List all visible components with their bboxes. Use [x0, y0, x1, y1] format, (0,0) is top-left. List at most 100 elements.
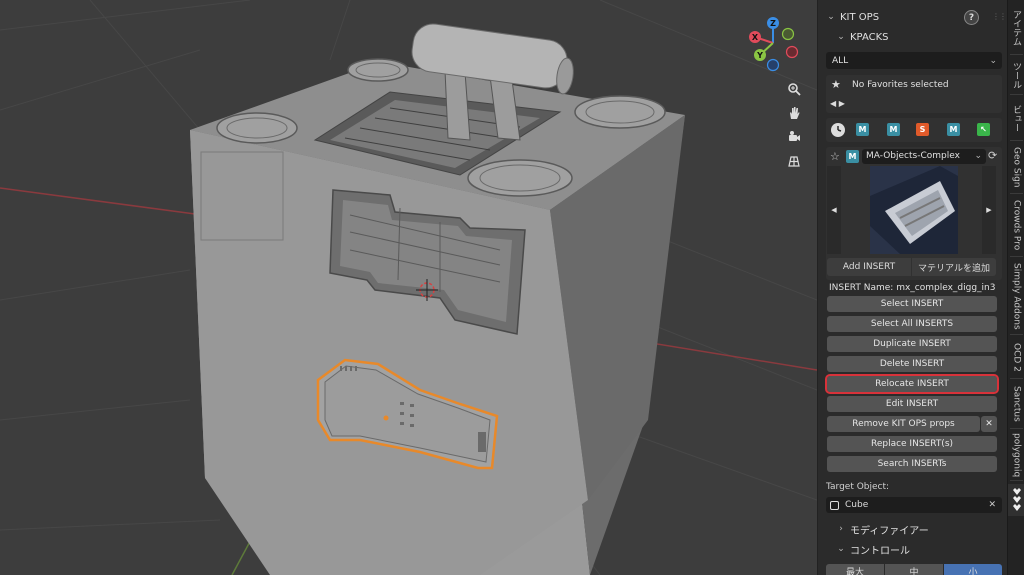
tab-kitops[interactable] [1008, 484, 1024, 516]
size-max-button[interactable]: 最大 [826, 564, 884, 575]
kpack-s-icon[interactable]: S [916, 123, 929, 136]
gizmo-x-label: X [752, 33, 759, 42]
remove-kitops-props-button[interactable]: Remove KIT OPS props [827, 416, 980, 432]
remove-props-label: Remove KIT OPS props [852, 419, 955, 429]
size-small-label: 小 [968, 567, 978, 575]
recent-clock-icon[interactable] [831, 123, 845, 137]
relocate-label: Relocate INSERT [875, 379, 949, 389]
star-icon[interactable]: ★ [831, 78, 841, 91]
clear-icon[interactable]: ✕ [988, 500, 996, 510]
tab-item[interactable]: アイテム [1008, 4, 1024, 52]
tab-label: OCD 2 [1011, 342, 1022, 372]
chevron-down-icon: ⌄ [974, 151, 982, 161]
size-max-label: 最大 [845, 567, 864, 575]
refresh-icon[interactable]: ⟳ [988, 149, 997, 162]
kitops-hearts-icon [1012, 488, 1021, 511]
kitops-header[interactable]: ⌄ KIT OPS [826, 8, 879, 26]
kpack-m-icon[interactable]: M [947, 123, 960, 136]
target-object-field[interactable]: Cube ✕ [826, 497, 1002, 513]
kpack-m-icon[interactable]: M [887, 123, 900, 136]
favorites-nav-arrows-icon[interactable]: ◀ ▶ [830, 99, 845, 108]
modifier-label: モディファイアー [850, 525, 929, 537]
tab-label: Simply Addons [1011, 262, 1022, 330]
search-inserts-button[interactable]: Search INSERTs [827, 456, 997, 472]
3d-viewport[interactable]: Z X Y [0, 0, 817, 575]
target-object-label: Target Object: [826, 482, 890, 492]
kpack-icons-row [826, 118, 1002, 142]
search-label: Search INSERTs [877, 459, 947, 469]
size-small-button[interactable]: 小 [944, 564, 1002, 575]
chevron-down-icon: ⌄ [837, 544, 845, 554]
add-insert-button[interactable]: Add INSERT [827, 258, 911, 276]
blender-window: Z X Y ⌄ KIT OPS ? ⋮⋮ ⌄ KPACKS ALL ⌄ ★ No… [0, 0, 1024, 575]
prev-insert-arrow-icon[interactable]: ◀ [827, 166, 841, 254]
duplicate-label: Duplicate INSERT [873, 339, 951, 349]
zoom-icon[interactable] [783, 78, 805, 100]
kpack-m-icon[interactable]: M [856, 123, 869, 136]
add-insert-label: Add INSERT [842, 262, 896, 272]
edit-insert-button[interactable]: Edit INSERT [827, 396, 997, 412]
help-icon[interactable]: ? [964, 10, 979, 25]
star-outline-icon[interactable]: ☆ [830, 150, 840, 163]
tab-ocd2[interactable]: OCD 2 [1008, 338, 1024, 376]
insert-thumbnail[interactable] [870, 166, 958, 254]
kpacks-header[interactable]: ⌄ KPACKS [836, 28, 889, 46]
chevron-down-icon: ⌄ [989, 55, 997, 66]
close-icon[interactable]: ✕ [981, 416, 997, 432]
delete-insert-button[interactable]: Delete INSERT [827, 356, 997, 372]
tab-label: アイテム [1011, 10, 1021, 46]
kitops-title: KIT OPS [840, 11, 880, 23]
tab-label: polygoniq [1011, 432, 1022, 478]
tab-polygoniq[interactable]: polygoniq [1008, 432, 1024, 478]
drag-handle-icon[interactable]: ⋮⋮ [992, 12, 1007, 21]
kpack-filter-dropdown[interactable]: ALL ⌄ [826, 52, 1002, 69]
sidebar-panel: ⌄ KIT OPS ? ⋮⋮ ⌄ KPACKS ALL ⌄ ★ No Favor… [817, 0, 1007, 575]
kpack-select-dropdown[interactable]: MA-Objects-Complex ⌄ [862, 149, 986, 164]
modifier-section-header[interactable]: › モディファイアー [836, 520, 929, 538]
navigation-gizmo[interactable]: Z X Y [745, 15, 805, 75]
chevron-down-icon: ⌄ [837, 32, 845, 42]
tab-label: Sanctus [1011, 386, 1022, 422]
gizmo-z-label: Z [770, 19, 776, 28]
tab-label: Geo Sign [1011, 146, 1022, 188]
chevron-right-icon: › [839, 524, 843, 534]
mesh-object-icon [830, 500, 839, 510]
viewport-scene [0, 0, 817, 575]
kpack-arrow-icon[interactable]: ↖ [977, 123, 990, 136]
gizmo-y-label: Y [756, 51, 763, 60]
tab-geo-sign[interactable]: Geo Sign [1008, 144, 1024, 190]
tab-sanctus[interactable]: Sanctus [1008, 382, 1024, 426]
camera-view-icon[interactable] [783, 126, 805, 148]
edit-label: Edit INSERT [885, 399, 939, 409]
next-insert-arrow-icon[interactable]: ▶ [982, 166, 996, 254]
tab-label: ビュー [1011, 104, 1021, 132]
control-section-header[interactable]: ⌄ コントロール [836, 540, 910, 558]
kpack-name: MA-Objects-Complex [866, 151, 960, 161]
chevron-down-icon: ⌄ [827, 12, 835, 22]
relocate-insert-button[interactable]: Relocate INSERT [825, 374, 999, 394]
select-all-inserts-button[interactable]: Select All INSERTS [827, 316, 997, 332]
kpack-m-icon: M [846, 150, 859, 163]
filter-value: ALL [832, 55, 849, 66]
select-insert-button[interactable]: Select INSERT [827, 296, 997, 312]
tab-tool[interactable]: ツール [1008, 58, 1024, 92]
size-mid-button[interactable]: 中 [885, 564, 943, 575]
add-material-label: マテリアルを追加 [918, 263, 990, 274]
control-label: コントロール [850, 545, 910, 557]
tab-crowds-pro[interactable]: Crowds Pro [1008, 197, 1024, 253]
select-all-label: Select All INSERTS [870, 319, 954, 329]
tab-simply-addons[interactable]: Simply Addons [1008, 260, 1024, 332]
grid-ortho-icon[interactable] [783, 150, 805, 172]
kpacks-title: KPACKS [850, 31, 889, 43]
tab-view[interactable]: ビュー [1008, 98, 1024, 138]
select-insert-label: Select INSERT [880, 299, 944, 309]
sidebar-tabs: アイテム ツール ビュー Geo Sign Crowds Pro Simply … [1007, 0, 1024, 575]
replace-inserts-button[interactable]: Replace INSERT(s) [827, 436, 997, 452]
pan-hand-icon[interactable] [783, 102, 805, 124]
duplicate-insert-button[interactable]: Duplicate INSERT [827, 336, 997, 352]
add-material-button[interactable]: マテリアルを追加 [912, 258, 996, 276]
insert-name-label: INSERT Name: mx_complex_digg_in3 [829, 283, 996, 293]
tab-label: ツール [1011, 61, 1021, 89]
target-object-value: Cube [845, 500, 869, 510]
replace-label: Replace INSERT(s) [870, 439, 954, 449]
